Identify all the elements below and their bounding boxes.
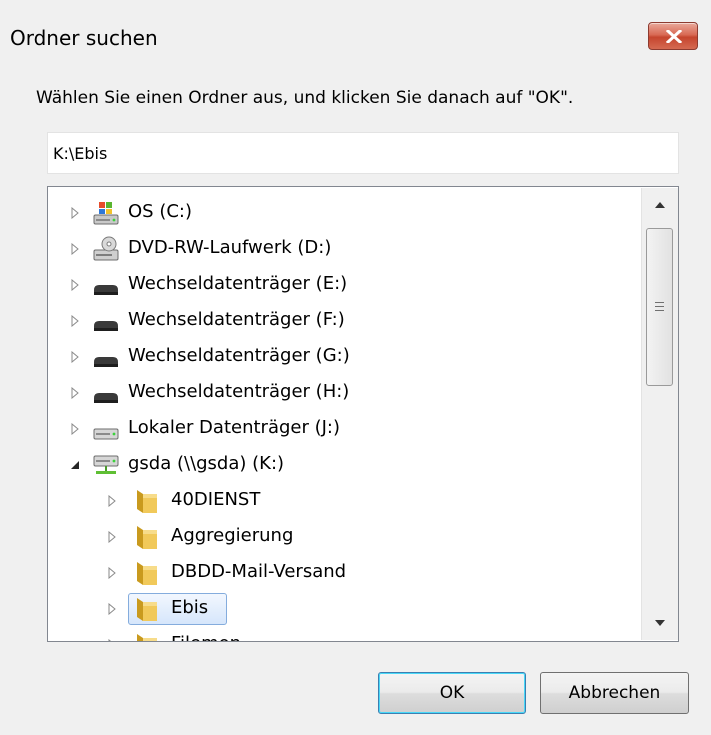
expand-arrow-icon[interactable]: [69, 351, 81, 363]
tree-item-folder[interactable]: 40DIENST: [48, 483, 643, 519]
collapse-arrow-icon[interactable]: [69, 459, 81, 471]
removable-drive-icon: [94, 357, 118, 367]
arrow-up-icon: [655, 202, 665, 208]
removable-drive-icon: [94, 393, 118, 403]
tree-item-label: Wechseldatenträger (G:): [128, 345, 350, 366]
expand-arrow-icon[interactable]: [106, 603, 118, 615]
window-title: Ordner suchen: [10, 26, 158, 50]
expand-arrow-icon[interactable]: [69, 243, 81, 255]
folder-tree[interactable]: OS (C:) DVD-RW-Laufwerk (D:) Wechseldate…: [47, 186, 679, 642]
tree-item-label: Aggregierung: [171, 525, 294, 546]
dvd-drive-icon: [93, 236, 119, 261]
tree-item-label: Wechseldatenträger (F:): [128, 309, 345, 330]
folder-icon: [137, 598, 157, 621]
expand-arrow-icon[interactable]: [106, 567, 118, 579]
tree-item-folder[interactable]: Aggregierung: [48, 519, 643, 555]
tree-item-label: Wechseldatenträger (H:): [128, 381, 350, 402]
tree-item-folder[interactable]: Filemon: [48, 627, 643, 642]
tree-item-dvd-d[interactable]: DVD-RW-Laufwerk (D:): [48, 231, 643, 267]
cancel-button[interactable]: Abbrechen: [540, 672, 689, 714]
close-button[interactable]: [648, 22, 698, 50]
tree-item-folder-selected[interactable]: Ebis: [48, 591, 643, 627]
scrollbar-thumb[interactable]: [646, 228, 673, 386]
removable-drive-icon: [94, 321, 118, 331]
folder-path-input[interactable]: [47, 132, 679, 174]
scroll-up-button[interactable]: [642, 188, 678, 222]
close-icon: [666, 30, 682, 43]
tree-item-label: Ebis: [171, 597, 209, 618]
ok-button[interactable]: OK: [378, 672, 526, 714]
tree-item-os-c[interactable]: OS (C:): [48, 195, 643, 231]
instruction-text: Wählen Sie einen Ordner aus, und klicken…: [36, 88, 574, 108]
tree-item-label: Wechseldatenträger (E:): [128, 273, 348, 294]
tree-item-removable-f[interactable]: Wechseldatenträger (F:): [48, 303, 643, 339]
expand-arrow-icon[interactable]: [69, 315, 81, 327]
expand-arrow-icon[interactable]: [106, 639, 118, 642]
expand-arrow-icon[interactable]: [69, 423, 81, 435]
tree-item-label: gsda (\\gsda) (K:): [128, 453, 285, 474]
expand-arrow-icon[interactable]: [69, 279, 81, 291]
folder-icon: [137, 526, 157, 549]
title-bar: Ordner suchen: [0, 0, 711, 70]
expand-arrow-icon[interactable]: [106, 531, 118, 543]
tree-item-label: DBDD-Mail-Versand: [171, 561, 347, 582]
tree-item-local-j[interactable]: Lokaler Datenträger (J:): [48, 411, 643, 447]
local-drive-icon: [93, 428, 119, 440]
tree-item-label: Filemon: [171, 633, 241, 641]
tree-item-label: 40DIENST: [171, 489, 261, 510]
tree-item-removable-e[interactable]: Wechseldatenträger (E:): [48, 267, 643, 303]
tree-item-network-k[interactable]: gsda (\\gsda) (K:): [48, 447, 643, 483]
folder-icon: [137, 634, 157, 641]
folder-icon: [137, 490, 157, 513]
expand-arrow-icon[interactable]: [106, 495, 118, 507]
vertical-scrollbar[interactable]: [641, 188, 678, 640]
network-drive-icon: [93, 455, 119, 474]
arrow-down-icon: [655, 620, 665, 626]
expand-arrow-icon[interactable]: [69, 207, 81, 219]
scroll-down-button[interactable]: [642, 606, 678, 640]
tree-item-label: Lokaler Datenträger (J:): [128, 417, 341, 438]
grip-icon: [655, 302, 664, 311]
folder-browse-dialog: Ordner suchen Wählen Sie einen Ordner au…: [0, 0, 711, 735]
windows-drive-icon: [93, 202, 119, 225]
folder-icon: [137, 562, 157, 585]
expand-arrow-icon[interactable]: [69, 387, 81, 399]
tree-item-removable-h[interactable]: Wechseldatenträger (H:): [48, 375, 643, 411]
tree-item-label: OS (C:): [128, 201, 192, 222]
tree-item-label: DVD-RW-Laufwerk (D:): [128, 237, 332, 258]
tree-item-folder[interactable]: DBDD-Mail-Versand: [48, 555, 643, 591]
removable-drive-icon: [94, 285, 118, 295]
tree-item-removable-g[interactable]: Wechseldatenträger (G:): [48, 339, 643, 375]
